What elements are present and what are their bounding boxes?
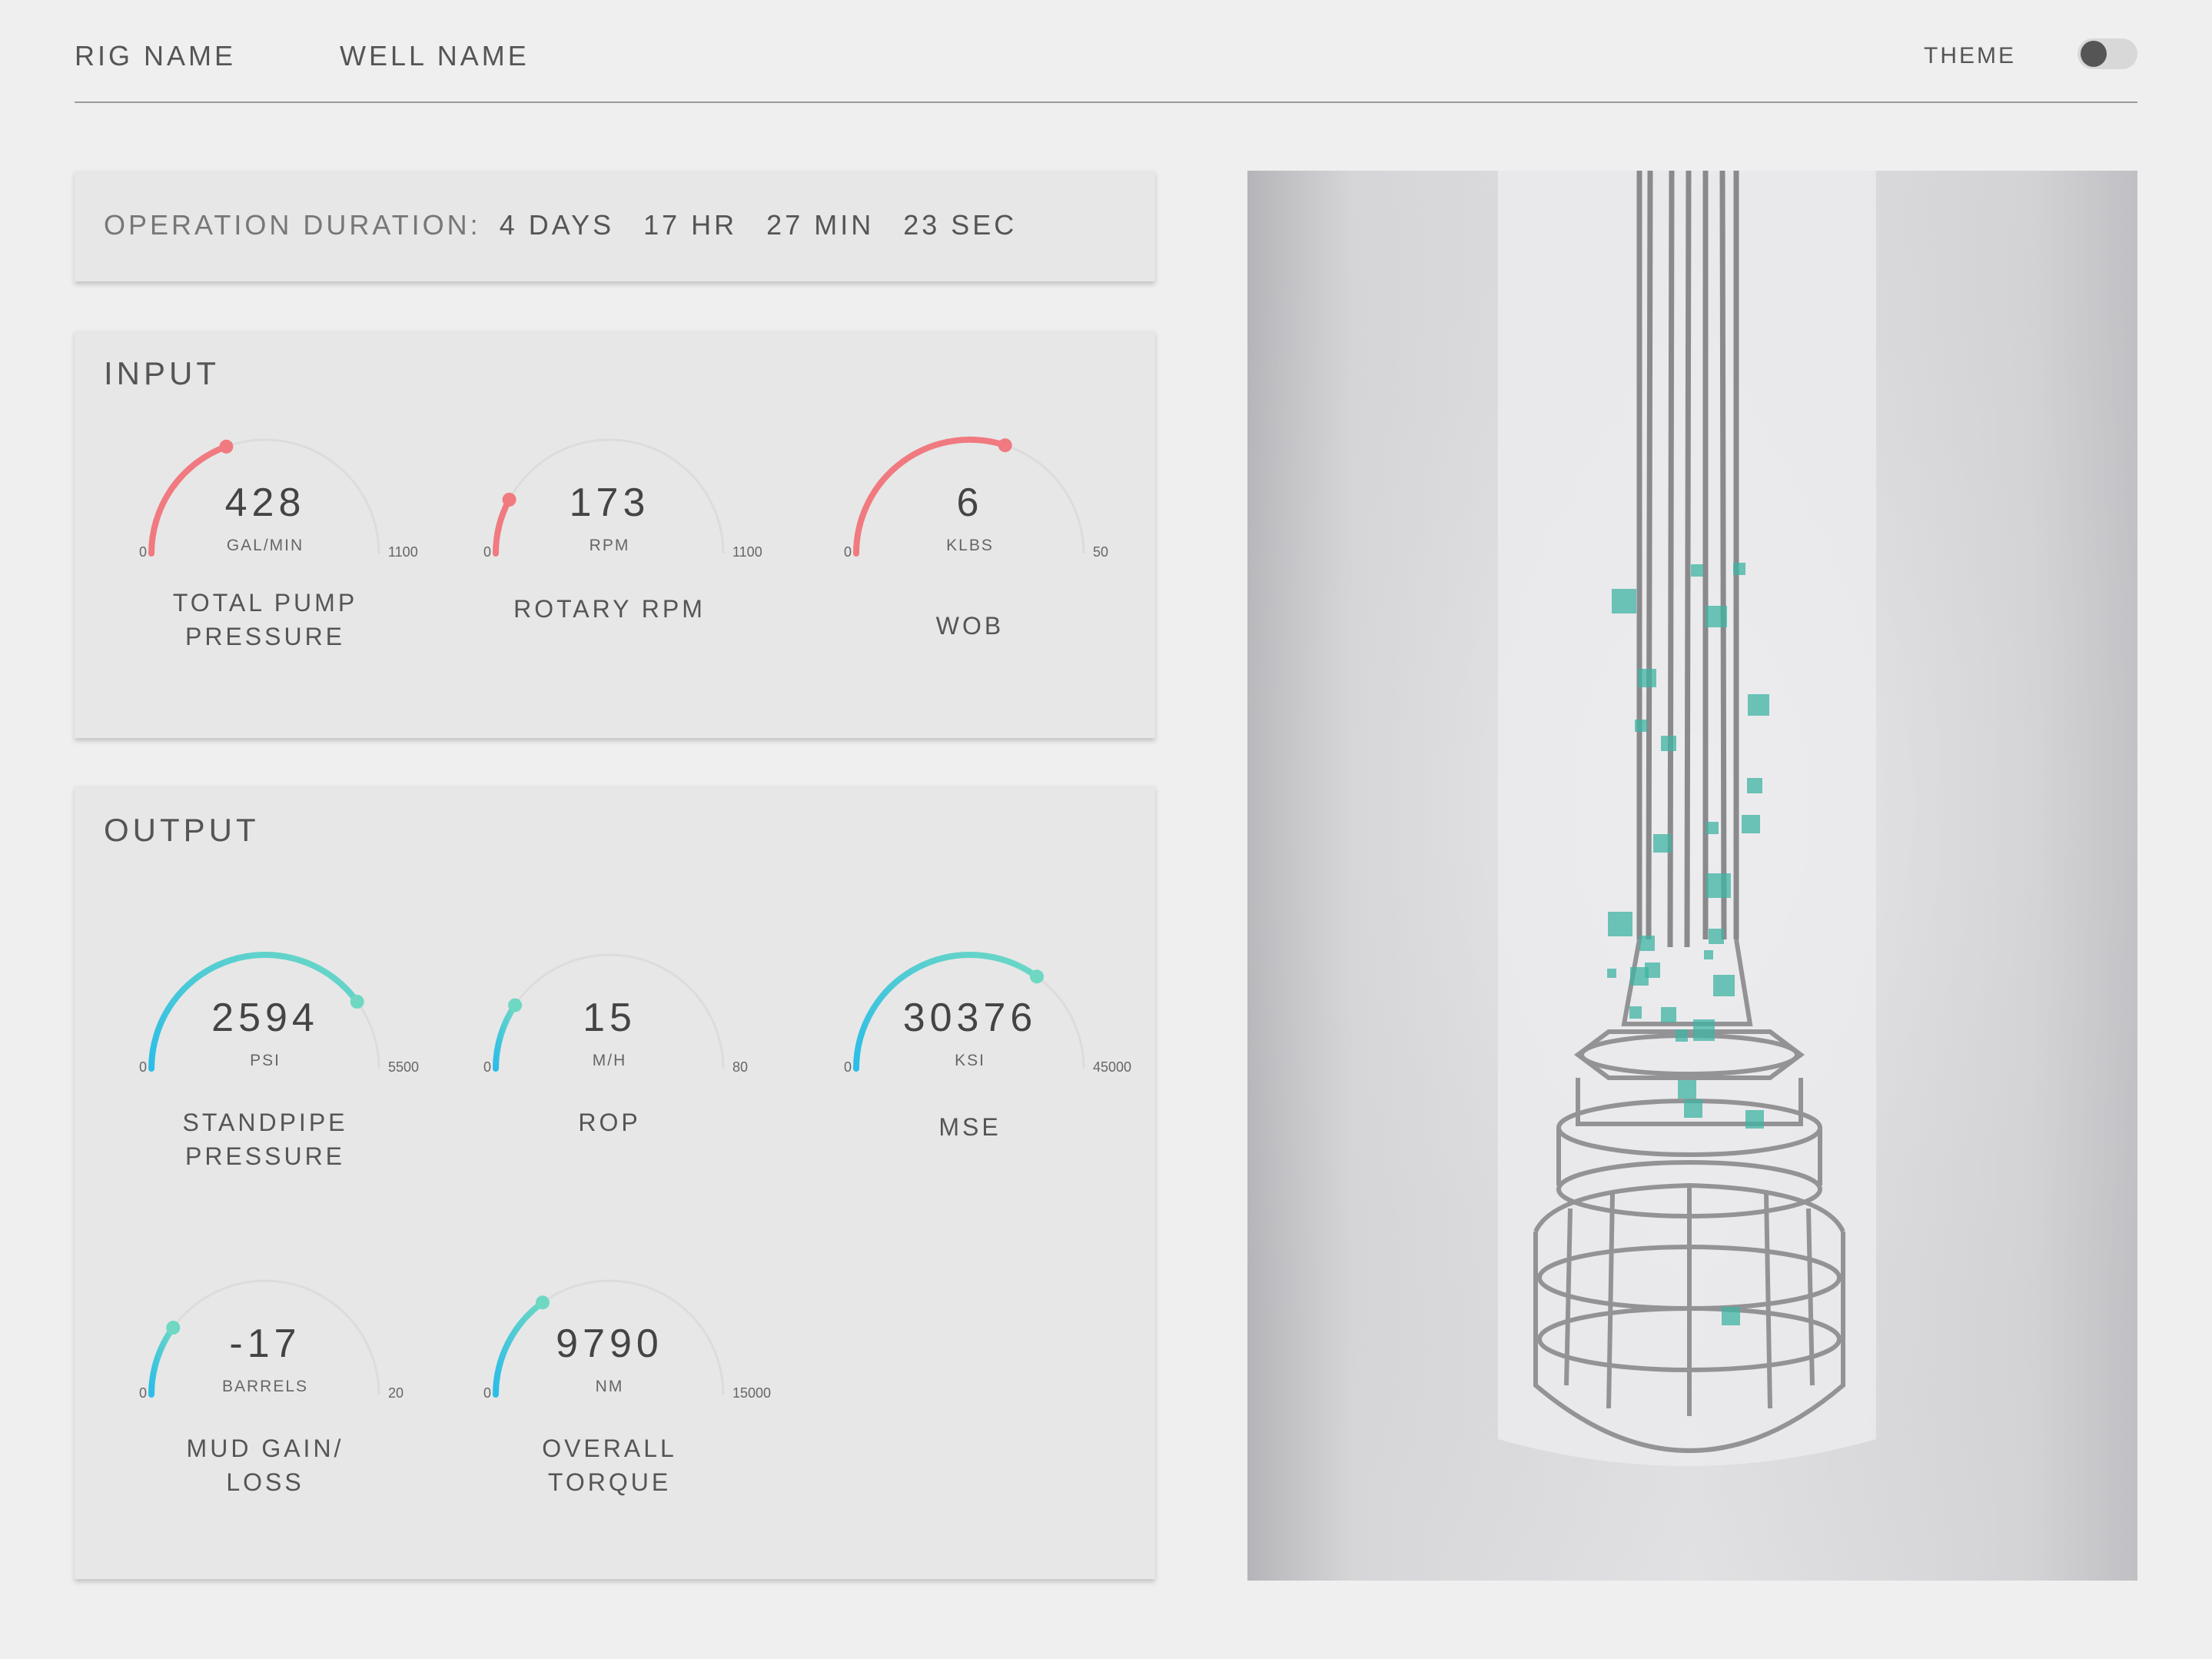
particle (1661, 1007, 1676, 1022)
gauge-label: TOTAL PUMP PRESSURE (172, 589, 358, 650)
gauge-value: 173 (569, 480, 650, 525)
particle (1733, 563, 1745, 575)
particle (1612, 589, 1636, 613)
particle (1676, 1029, 1688, 1042)
gauge-max: 15000 (732, 1385, 772, 1401)
output-gauge: 30376 KSI 0 45000 MSE (844, 952, 1131, 1199)
well-name[interactable]: WELL NAME (340, 40, 530, 72)
gauge-value: -17 (229, 1322, 301, 1366)
gauge-label: ROTARY RPM (513, 595, 706, 623)
gauge-label: WOB (935, 612, 1005, 640)
gauge-unit: PSI (250, 1052, 281, 1069)
particle (1747, 778, 1762, 793)
output-gauge: -17 BARRELS 0 20 MUD GAIN/ LOSS (139, 1279, 411, 1525)
gauge-value: 15 (583, 996, 636, 1040)
gauge-max: 5500 (388, 1059, 420, 1075)
particle (1742, 815, 1760, 833)
operation-duration-card: OPERATION DURATION: 4 DAYS 17 HR 27 MIN … (75, 171, 1155, 281)
gauge-min: 0 (139, 544, 148, 560)
rig-name[interactable]: RIG NAME (75, 40, 236, 72)
gauge-unit: RPM (589, 537, 630, 554)
top-header: RIG NAME WELL NAME THEME (75, 0, 2137, 103)
gauge-label: OVERALL TORQUE (542, 1435, 677, 1496)
gauge-unit: M/H (592, 1052, 627, 1069)
particle (1722, 1307, 1740, 1325)
particle (1645, 962, 1660, 978)
gauge-needle-dot[interactable] (998, 438, 1012, 453)
gauge-needle-dot[interactable] (1030, 969, 1044, 984)
gauge-max: 1100 (732, 544, 762, 560)
gauge-value: 428 (224, 480, 306, 525)
gauge-value: 2594 (211, 996, 319, 1040)
gauge-min: 0 (483, 1385, 492, 1401)
gauge-max: 80 (732, 1059, 749, 1075)
particle (1661, 736, 1676, 751)
particle (1607, 969, 1616, 978)
gauge-min: 0 (483, 1059, 492, 1075)
operation-duration: OPERATION DURATION: 4 DAYS 17 HR 27 MIN … (104, 209, 1035, 241)
particle (1678, 1080, 1696, 1099)
gauge-min: 0 (844, 544, 852, 560)
gauge-unit: KSI (955, 1052, 985, 1069)
duration-days: 4 DAYS (499, 209, 615, 241)
particle (1638, 669, 1656, 687)
input-gauge: 428 GAL/MIN 0 1100 TOTAL PUMP PRESSURE (139, 438, 418, 684)
output-gauge: 15 M/H 0 80 ROP (483, 953, 756, 1199)
particle (1748, 694, 1769, 716)
gauge-min: 0 (139, 1059, 148, 1075)
duration-minutes: 27 MIN (766, 209, 875, 241)
gauge-label: STANDPIPE PRESSURE (182, 1109, 348, 1170)
particle (1693, 1019, 1715, 1041)
gauge-min: 0 (483, 544, 492, 560)
gauge-min: 0 (139, 1385, 148, 1401)
gauge-value: 6 (956, 480, 984, 525)
drill-bit-wireframe (1247, 171, 2137, 1581)
gauge-min: 0 (844, 1059, 852, 1075)
particle (1709, 929, 1724, 944)
particle (1635, 720, 1647, 732)
particle (1608, 912, 1632, 936)
input-gauge: 173 RPM 0 1100 ROTARY RPM (483, 438, 762, 684)
output-gauge: 9790 NM 0 15000 OVERALL TORQUE (483, 1279, 771, 1525)
gauge-value: 9790 (556, 1322, 663, 1366)
particle (1705, 606, 1727, 627)
gauge-unit: KLBS (946, 537, 994, 554)
gauge-unit: GAL/MIN (226, 537, 304, 554)
output-panel: OUTPUT 2594 PSI 0 5500 STANDPIPE PRESSUR… (75, 786, 1155, 1579)
particle (1629, 1006, 1642, 1019)
gauge-value: 30376 (902, 996, 1038, 1040)
particle (1691, 564, 1703, 577)
duration-hours: 17 HR (643, 209, 738, 241)
gauge-label: ROP (578, 1109, 641, 1136)
gauge-max: 1100 (388, 544, 418, 560)
gauge-needle-dot[interactable] (219, 439, 234, 454)
drill-3d-viewport[interactable] (1247, 171, 2137, 1581)
theme-label: THEME (1924, 43, 2016, 68)
theme-toggle[interactable] (2077, 38, 2137, 69)
input-title: INPUT (104, 355, 220, 391)
gauge-unit: BARRELS (221, 1378, 309, 1395)
particle (1706, 873, 1731, 898)
input-panel: INPUT 428 GAL/MIN 0 1100 TOTAL PUMP PRES… (75, 331, 1155, 738)
gauge-max: 45000 (1093, 1059, 1132, 1075)
particle (1713, 975, 1735, 996)
particle (1639, 936, 1655, 951)
operation-duration-label: OPERATION DURATION: (104, 209, 481, 241)
output-title: OUTPUT (104, 812, 260, 848)
particle (1653, 834, 1672, 853)
input-gauge: 6 KLBS 0 50 WOB (844, 437, 1116, 684)
particle (1704, 950, 1713, 959)
output-gauge: 2594 PSI 0 5500 STANDPIPE PRESSURE (139, 952, 419, 1199)
theme-toggle-knob[interactable] (2081, 41, 2107, 67)
gauge-label: MSE (938, 1113, 1001, 1141)
gauge-unit: NM (595, 1378, 624, 1395)
particle (1745, 1110, 1764, 1129)
gauge-max: 20 (388, 1385, 404, 1401)
gauge-label: MUD GAIN/ LOSS (186, 1435, 344, 1496)
particle (1684, 1099, 1702, 1118)
particle (1706, 822, 1719, 834)
gauge-needle-dot[interactable] (536, 1295, 550, 1310)
gauge-max: 50 (1093, 544, 1109, 560)
duration-seconds: 23 SEC (903, 209, 1018, 241)
